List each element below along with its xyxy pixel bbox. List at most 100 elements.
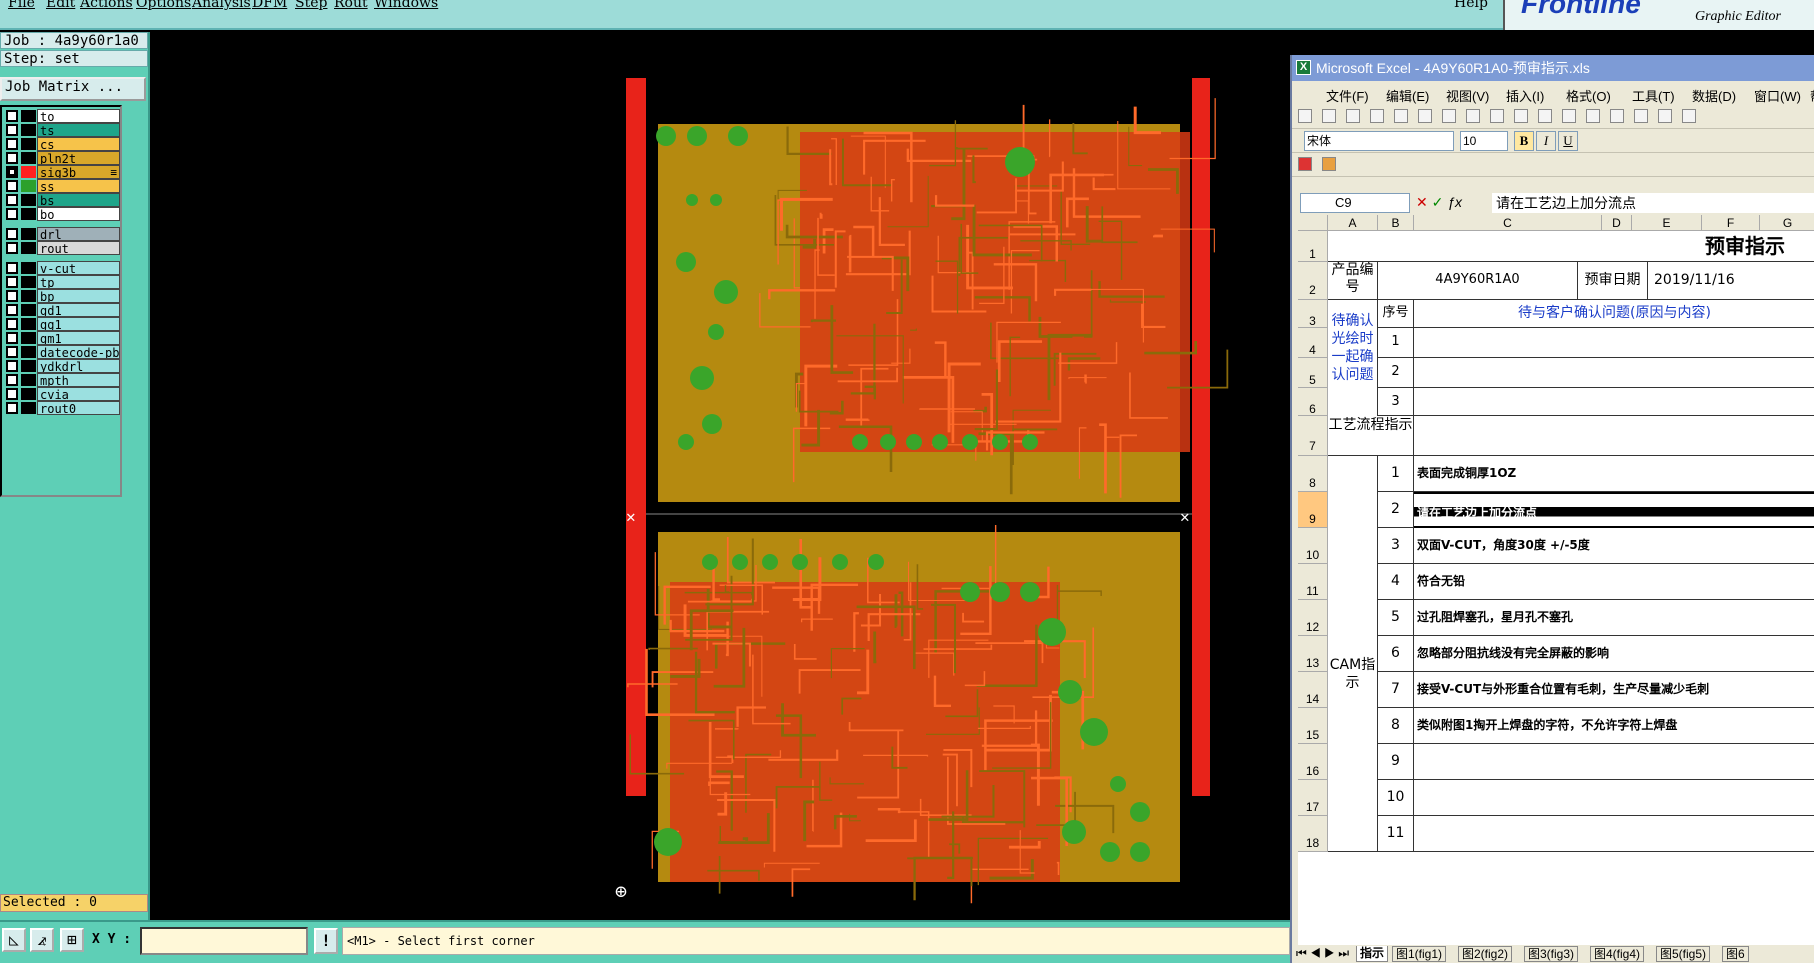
layer-name[interactable]: cvia bbox=[37, 387, 120, 401]
research-icon[interactable] bbox=[1466, 109, 1480, 123]
layer-row-mpth[interactable]: mpth bbox=[4, 373, 120, 387]
layer-row-gg1[interactable]: gg1 bbox=[4, 317, 120, 331]
layer-checkbox[interactable] bbox=[6, 290, 18, 302]
layer-name[interactable]: gd1 bbox=[37, 303, 120, 317]
row-header-17[interactable]: 17 bbox=[1298, 780, 1328, 816]
cut-icon[interactable] bbox=[1490, 109, 1504, 123]
pcb-board-view[interactable]: ✕ ✕ ⊕ bbox=[150, 32, 1290, 920]
excel-menu-item[interactable]: 数据(D) bbox=[1692, 86, 1736, 105]
layer-name[interactable]: tp bbox=[37, 275, 120, 289]
col-header-D[interactable]: D bbox=[1602, 215, 1632, 231]
cam-item-number[interactable]: 1 bbox=[1378, 456, 1414, 492]
layer-name[interactable]: bs bbox=[37, 193, 120, 207]
row-header-2[interactable]: 2 bbox=[1298, 262, 1328, 300]
italic-button[interactable]: I bbox=[1536, 131, 1556, 151]
cam-item-text[interactable] bbox=[1414, 816, 1814, 852]
layer-checkbox[interactable] bbox=[6, 208, 18, 220]
date-label[interactable]: 预审日期 bbox=[1578, 262, 1648, 300]
col-header-E[interactable]: E bbox=[1632, 215, 1702, 231]
layer-name[interactable]: rout0 bbox=[37, 401, 120, 415]
row-header-16[interactable]: 16 bbox=[1298, 744, 1328, 780]
pdf-icon[interactable] bbox=[1298, 157, 1312, 171]
redo-icon[interactable] bbox=[1610, 109, 1624, 123]
layer-checkbox[interactable] bbox=[6, 228, 18, 240]
autosum-icon[interactable] bbox=[1658, 109, 1672, 123]
layer-checkbox[interactable] bbox=[6, 194, 18, 206]
product-number[interactable]: 4A9Y60R1A0 bbox=[1378, 262, 1578, 300]
row-header-18[interactable]: 18 bbox=[1298, 816, 1328, 852]
hyperlink-icon[interactable] bbox=[1634, 109, 1648, 123]
confirm-cell[interactable] bbox=[1414, 328, 1814, 358]
layer-name[interactable]: rout bbox=[37, 241, 120, 255]
sheet-title[interactable]: 预审指示 bbox=[1328, 231, 1814, 262]
row-header-6[interactable]: 6 bbox=[1298, 388, 1328, 416]
cam-item-text[interactable]: 类似附图1掏开上焊盘的字符，不允许字符上焊盘 bbox=[1414, 708, 1814, 744]
col-header-A[interactable]: A bbox=[1328, 215, 1378, 231]
menu-help[interactable]: Help bbox=[1454, 0, 1488, 11]
cam-item-number[interactable]: 2 bbox=[1378, 492, 1414, 528]
seq-label[interactable]: 序号 bbox=[1378, 300, 1414, 328]
cam-item-text[interactable]: 符合无铅 bbox=[1414, 564, 1814, 600]
layer-name[interactable]: gm1 bbox=[37, 331, 120, 345]
sheet-tab[interactable]: 指示 bbox=[1356, 946, 1389, 962]
undo-icon[interactable] bbox=[1586, 109, 1600, 123]
layer-row-pln2t[interactable]: pln2t bbox=[4, 151, 120, 165]
layer-name[interactable]: bp bbox=[37, 289, 120, 303]
process-label[interactable]: 工艺流程指示 bbox=[1328, 416, 1414, 456]
row-header-1[interactable]: 1 bbox=[1298, 231, 1328, 262]
layer-checkbox[interactable] bbox=[6, 152, 18, 164]
layer-row-drl[interactable]: drl bbox=[4, 227, 120, 241]
sheet-tab[interactable]: 图1(fig1) bbox=[1392, 946, 1447, 962]
font-size-select[interactable]: 10 bbox=[1460, 131, 1508, 151]
layer-name[interactable]: ydkdrl bbox=[37, 359, 120, 373]
formula-bar[interactable]: 请在工艺边上加分流点 bbox=[1492, 193, 1814, 213]
layer-checkbox[interactable] bbox=[6, 374, 18, 386]
layer-name[interactable]: to bbox=[37, 109, 120, 123]
row-header-7[interactable]: 7 bbox=[1298, 416, 1328, 456]
layer-name[interactable]: sig3b ≡ bbox=[37, 165, 120, 179]
xy-input[interactable] bbox=[140, 927, 308, 955]
cam-label[interactable]: CAM指示 bbox=[1328, 456, 1378, 852]
save-icon[interactable] bbox=[1346, 109, 1360, 123]
grid-snap-icon[interactable]: ⊞ bbox=[60, 928, 84, 952]
open-icon[interactable] bbox=[1322, 109, 1336, 123]
sort-icon[interactable] bbox=[1682, 109, 1696, 123]
layer-row-gd1[interactable]: gd1 bbox=[4, 303, 120, 317]
layer-name[interactable]: v-cut bbox=[37, 261, 120, 275]
col-header-G[interactable]: G bbox=[1760, 215, 1814, 231]
sheet-tab[interactable]: 图5(fig5) bbox=[1656, 946, 1711, 962]
row-header-15[interactable]: 15 bbox=[1298, 708, 1328, 744]
excel-menu-item[interactable]: 工具(T) bbox=[1632, 86, 1675, 105]
row-header-11[interactable]: 11 bbox=[1298, 564, 1328, 600]
cam-item-number[interactable]: 10 bbox=[1378, 780, 1414, 816]
preview-icon[interactable] bbox=[1418, 109, 1432, 123]
layer-checkbox[interactable] bbox=[6, 402, 18, 414]
excel-menu-item[interactable]: 格式(O) bbox=[1566, 86, 1611, 105]
layer-name[interactable]: ts bbox=[37, 123, 120, 137]
row-header-14[interactable]: 14 bbox=[1298, 672, 1328, 708]
sheet-tab[interactable]: 图3(fig3) bbox=[1524, 946, 1579, 962]
tab-nav-icons[interactable]: ⏮ ◀ ▶ ⏭ bbox=[1296, 946, 1349, 961]
menu-rout[interactable]: Rout bbox=[334, 0, 368, 11]
layer-row-bo[interactable]: bo bbox=[4, 207, 120, 221]
menu-step[interactable]: Step bbox=[295, 0, 327, 11]
permission-icon[interactable] bbox=[1370, 109, 1384, 123]
cam-item-number[interactable]: 3 bbox=[1378, 528, 1414, 564]
cancel-icon[interactable]: ✕ bbox=[1416, 194, 1428, 210]
sheet-tab[interactable]: 图2(fig2) bbox=[1458, 946, 1513, 962]
fx-icon[interactable]: ƒx bbox=[1447, 194, 1462, 210]
cam-item-number[interactable]: 7 bbox=[1378, 672, 1414, 708]
layer-row-cvia[interactable]: cvia bbox=[4, 387, 120, 401]
cam-item-text[interactable]: 双面V-CUT，角度30度 +/-5度 bbox=[1414, 528, 1814, 564]
cam-item-text[interactable]: 请在工艺边上加分流点 bbox=[1414, 492, 1814, 528]
layer-name[interactable]: ss bbox=[37, 179, 120, 193]
excel-menu-item[interactable]: 视图(V) bbox=[1446, 86, 1489, 105]
row-header-10[interactable]: 10 bbox=[1298, 528, 1328, 564]
layer-checkbox[interactable] bbox=[6, 360, 18, 372]
layer-checkbox[interactable] bbox=[6, 304, 18, 316]
row-header-5[interactable]: 5 bbox=[1298, 358, 1328, 388]
cam-item-number[interactable]: 6 bbox=[1378, 636, 1414, 672]
layer-row-bp[interactable]: bp bbox=[4, 289, 120, 303]
graphic-canvas[interactable]: ✕ ✕ ⊕ bbox=[150, 32, 1290, 920]
pdf-options-icon[interactable] bbox=[1322, 157, 1336, 171]
